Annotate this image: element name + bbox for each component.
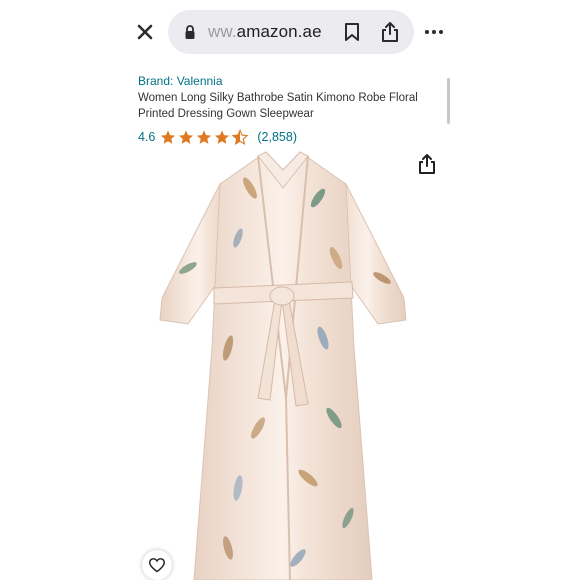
star-icon (179, 129, 194, 144)
product-image-area[interactable] (128, 148, 454, 580)
browser-toolbar: ww.amazon.ae (128, 0, 454, 66)
close-icon (137, 24, 153, 40)
lock-icon (185, 25, 195, 39)
product-title: Women Long Silky Bathrobe Satin Kimono R… (138, 92, 418, 120)
review-count[interactable]: (2,858) (257, 130, 297, 144)
bookmark-icon[interactable] (342, 22, 362, 42)
heart-icon (149, 558, 165, 573)
half-star-icon (231, 128, 249, 145)
more-icon[interactable] (424, 22, 444, 42)
url-domain: amazon.ae (236, 22, 322, 41)
rating-value: 4.6 (138, 130, 156, 144)
rating-row[interactable]: 4.6 (2,858) (138, 128, 297, 146)
star-rating (159, 128, 249, 146)
address-bar[interactable]: ww.amazon.ae (168, 10, 414, 54)
share-icon[interactable] (417, 153, 437, 175)
share-icon[interactable] (380, 21, 400, 43)
url-faded-part: ww. (208, 22, 237, 41)
wishlist-button[interactable] (142, 550, 172, 580)
star-icon (197, 129, 212, 144)
url-text: ww.amazon.ae (208, 22, 322, 42)
product-image-robe (159, 151, 407, 580)
star-icon (161, 129, 176, 144)
phone-screen: ww.amazon.ae Brand: Valennia Women Long … (128, 0, 454, 580)
brand-link[interactable]: Brand: Valennia (138, 74, 223, 88)
close-button[interactable] (134, 21, 156, 43)
scrollbar[interactable] (447, 78, 450, 124)
star-icon (215, 129, 230, 144)
